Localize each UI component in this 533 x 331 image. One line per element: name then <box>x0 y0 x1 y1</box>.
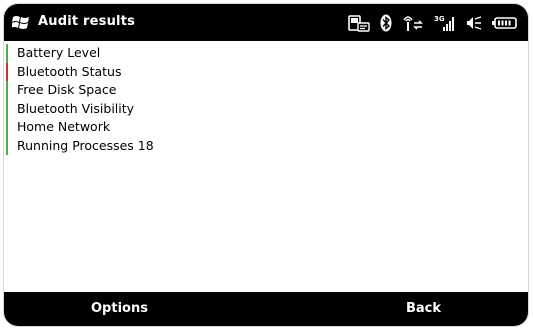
options-softkey[interactable]: Options <box>91 301 148 316</box>
status-indicator <box>6 44 8 63</box>
back-softkey[interactable]: Back <box>406 301 441 316</box>
title-bar: Audit results 3G <box>4 4 528 41</box>
network-type-label: 3G <box>434 15 445 23</box>
list-item-running-processes[interactable]: Running Processes 18 <box>4 136 528 155</box>
device-screen: Audit results 3G Battery Level Bluetooth… <box>4 4 528 326</box>
list-item-battery-level[interactable]: Battery Level <box>4 44 528 63</box>
list-item-label: Battery Level <box>17 45 101 60</box>
softkey-bar: Options Back <box>4 292 528 326</box>
list-item-home-network[interactable]: Home Network <box>4 118 528 137</box>
status-icons: 3G <box>348 13 518 33</box>
status-indicator <box>6 81 8 100</box>
phone-card-icon[interactable] <box>348 14 370 32</box>
list-item-free-disk-space[interactable]: Free Disk Space <box>4 81 528 100</box>
status-indicator <box>6 136 8 155</box>
page-title: Audit results <box>38 14 136 29</box>
speaker-muted-icon[interactable] <box>466 14 482 32</box>
windows-start-icon[interactable] <box>11 14 30 30</box>
list-item-label: Free Disk Space <box>17 82 117 97</box>
bluetooth-icon[interactable] <box>380 14 392 32</box>
audit-results-list: Battery Level Bluetooth Status Free Disk… <box>4 44 528 155</box>
status-indicator <box>6 118 8 137</box>
list-item-bluetooth-status[interactable]: Bluetooth Status <box>4 62 528 81</box>
battery-icon[interactable] <box>492 14 518 32</box>
list-item-label: Home Network <box>17 119 111 134</box>
status-indicator <box>6 62 8 81</box>
list-item-label: Running Processes 18 <box>17 137 154 153</box>
connectivity-icon[interactable] <box>402 14 424 32</box>
list-item-label: Bluetooth Visibility <box>17 100 135 116</box>
list-item-bluetooth-visibility[interactable]: Bluetooth Visibility <box>4 99 528 118</box>
3g-signal-icon[interactable]: 3G <box>434 14 456 32</box>
status-indicator <box>6 99 8 118</box>
list-item-label: Bluetooth Status <box>17 63 122 79</box>
